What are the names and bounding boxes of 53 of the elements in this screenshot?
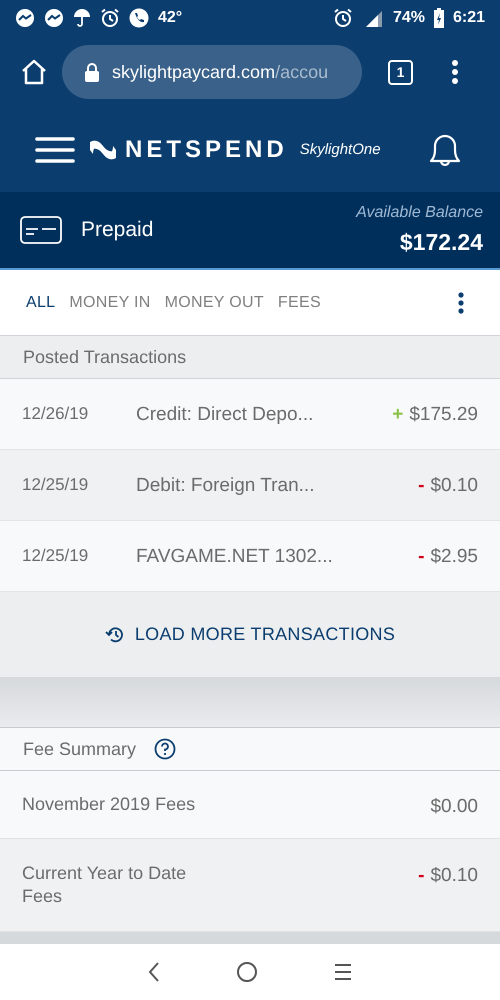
transaction-description: Debit: Foreign Tran... (136, 474, 314, 498)
section-title: Fee Summary (23, 738, 136, 761)
product-name: SkylightOne (300, 140, 381, 160)
transaction-row[interactable]: 12/25/19 Debit: Foreign Tran... - $0.10 (0, 450, 500, 521)
filter-tab[interactable]: MONEY OUT (164, 290, 264, 314)
phone-icon (129, 8, 149, 28)
fee-amount: - $0.10 (418, 864, 478, 888)
clock: 6:21 (452, 8, 485, 28)
history-icon (104, 626, 125, 644)
section-title: Posted Transactions (23, 346, 186, 368)
balance-amount: $172.24 (400, 228, 483, 257)
filter-tab[interactable]: ALL (26, 290, 56, 314)
messenger-icon (44, 8, 64, 28)
balance-label: Available Balance (356, 202, 483, 223)
recents-icon[interactable] (332, 962, 353, 982)
more-icon[interactable] (451, 59, 459, 85)
lock-icon (84, 62, 100, 82)
card-icon (20, 216, 62, 244)
transaction-amount: - $0.10 (418, 474, 478, 498)
transaction-row[interactable]: 12/26/19 Credit: Direct Depo... + $175.29 (0, 379, 500, 450)
transaction-description: Credit: Direct Depo... (136, 403, 314, 427)
fee-amount: $0.00 (430, 795, 478, 819)
account-name: Prepaid (81, 217, 154, 244)
tab-count-button[interactable]: 1 (388, 60, 413, 84)
fee-label: Current Year to Date Fees (22, 862, 188, 908)
load-more-button[interactable]: LOAD MORE TRANSACTIONS (104, 621, 396, 648)
umbrella-icon (73, 8, 91, 28)
alarm-icon (332, 8, 353, 28)
brand-name: NETSPEND (125, 135, 288, 165)
alarm-icon (100, 8, 120, 28)
filter-tab[interactable]: MONEY IN (69, 290, 151, 314)
transaction-row[interactable]: 12/25/19 FAVGAME.NET 1302... - $2.95 (0, 521, 500, 592)
battery-icon (434, 8, 444, 28)
url-text: skylightpaycard.com/accou (112, 60, 328, 84)
home-button-icon[interactable] (236, 961, 258, 983)
transaction-date: 12/26/19 (22, 403, 90, 425)
temperature: 42° (158, 8, 182, 28)
transaction-date: 12/25/19 (22, 474, 90, 496)
transaction-amount: + $175.29 (392, 403, 478, 427)
more-icon[interactable] (458, 292, 464, 314)
filter-tab[interactable]: FEES (278, 290, 321, 314)
home-icon[interactable] (20, 58, 48, 86)
back-icon[interactable] (147, 961, 162, 983)
battery-percent: 74% (392, 8, 425, 28)
menu-icon[interactable] (35, 136, 75, 164)
messenger-icon (15, 8, 35, 28)
transaction-description: FAVGAME.NET 1302... (136, 545, 333, 569)
transaction-amount: - $2.95 (418, 545, 478, 569)
help-icon[interactable] (154, 738, 176, 760)
transaction-date: 12/25/19 (22, 545, 90, 567)
address-bar[interactable]: skylightpaycard.com/accou (62, 45, 362, 99)
fee-label: November 2019 Fees (22, 793, 196, 816)
logo-icon (87, 138, 119, 162)
